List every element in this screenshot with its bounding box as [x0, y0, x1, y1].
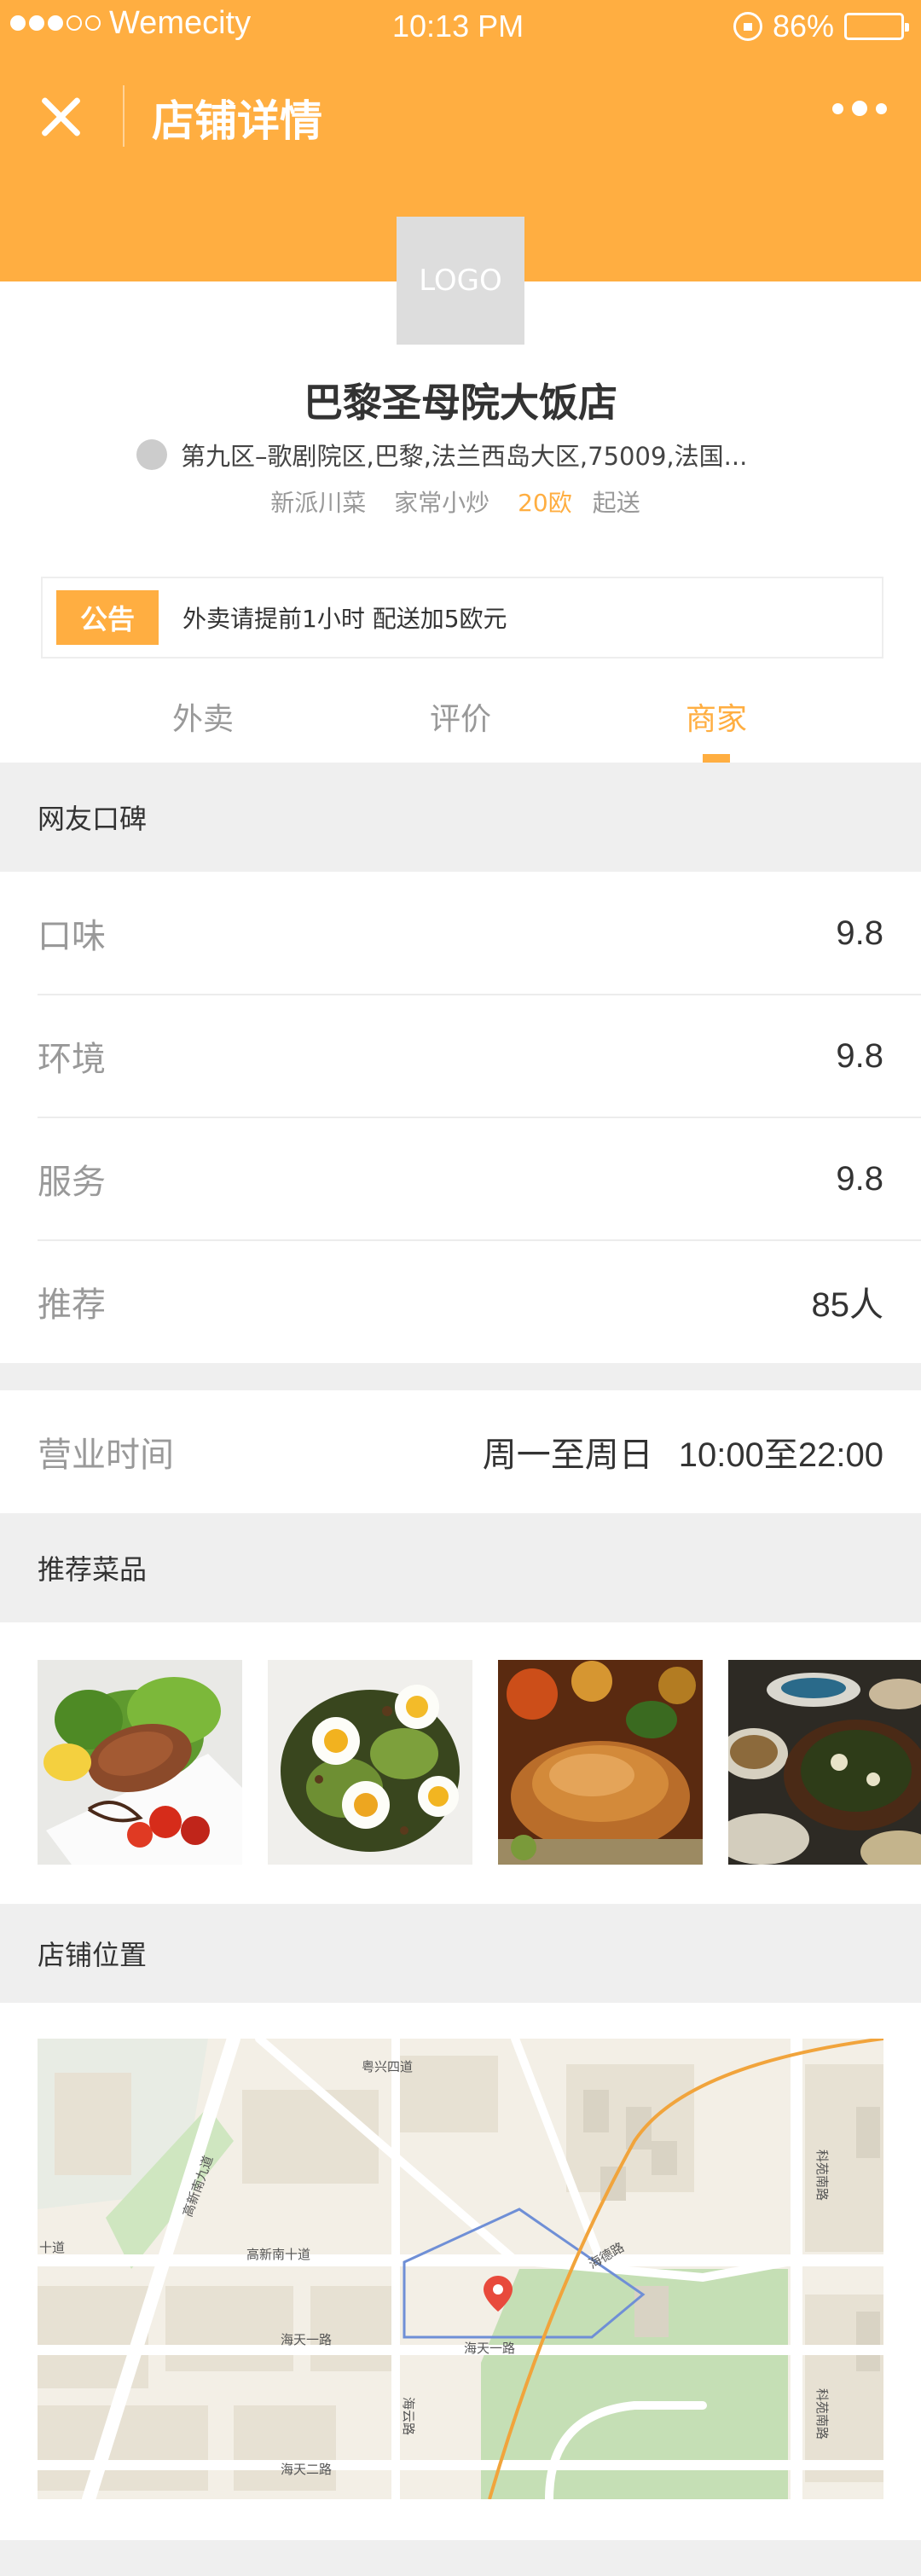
tab-bar: 外卖 评价 商家	[0, 682, 921, 763]
announcement-badge: 公告	[56, 590, 159, 645]
battery-icon	[844, 13, 909, 40]
status-time: 10:13 PM	[392, 9, 524, 44]
hours-time: 10:00至22:00	[678, 1436, 883, 1474]
signal-icon	[10, 15, 101, 31]
review-row-taste: 口味 9.8	[38, 872, 883, 995]
shop-name: 巴黎圣母院大饭店	[304, 380, 617, 426]
map-label: 海天一路	[281, 2332, 332, 2347]
dish-image-egg-avocado[interactable]	[268, 1660, 472, 1865]
carrier-name: Wemecity	[109, 5, 252, 41]
shop-address[interactable]: 第九区–歌剧院区,巴黎,法兰西岛大区,75009,法国...	[136, 437, 819, 473]
shop-tags: 新派川菜 家常小炒 20欧 起送	[0, 484, 921, 519]
map-label: 十道	[39, 2240, 65, 2255]
row-value: 85人	[811, 1286, 884, 1324]
hours-days: 周一至周日	[482, 1436, 653, 1474]
more-icon[interactable]	[832, 101, 887, 116]
map-label: 科苑南路	[814, 2388, 830, 2440]
review-row-recommend: 推荐 85人	[38, 1240, 883, 1363]
announcement-text: 外卖请提前1小时 配送加5欧元	[182, 605, 507, 633]
hours-label: 营业时间	[38, 1436, 174, 1475]
page-title: 店铺详情	[152, 96, 322, 146]
row-value: 9.8	[836, 1036, 883, 1075]
min-delivery-suffix: 起送	[592, 489, 640, 517]
dish-image-salmon[interactable]	[38, 1660, 242, 1865]
header-divider	[123, 85, 125, 147]
announcement-bar[interactable]: 公告 外卖请提前1小时 配送加5欧元	[41, 577, 883, 659]
row-value: 9.8	[836, 1159, 883, 1198]
dish-image-roast-chicken[interactable]	[498, 1660, 703, 1865]
shop-address-text: 第九区–歌剧院区,巴黎,法兰西岛大区,75009,法国...	[181, 442, 748, 471]
tab-indicator	[703, 754, 730, 763]
review-row-environment: 环境 9.8	[38, 995, 883, 1117]
map-label: 海天一路	[464, 2341, 515, 2356]
row-label: 推荐	[38, 1285, 106, 1325]
business-hours-row: 营业时间 周一至周日 10:00至22:00	[38, 1390, 883, 1513]
map-label: 科苑南路	[814, 2150, 830, 2201]
location-icon	[136, 439, 167, 470]
row-label: 口味	[38, 917, 106, 956]
row-label: 环境	[38, 1040, 106, 1079]
dish-image-appetizers[interactable]	[728, 1660, 921, 1865]
shop-tag: 新派川菜	[270, 489, 367, 517]
section-header-dishes: 推荐菜品	[38, 1553, 148, 1586]
close-icon[interactable]	[34, 90, 89, 144]
shop-logo: LOGO	[397, 217, 524, 345]
status-bar: Wemecity 10:13 PM 86%	[0, 0, 921, 51]
min-delivery-amount: 20欧	[518, 489, 572, 517]
section-header-location: 店铺位置	[38, 1939, 148, 1971]
review-row-service: 服务 9.8	[38, 1117, 883, 1240]
map-label: 海天二路	[281, 2462, 332, 2477]
tab-reviews[interactable]: 评价	[430, 694, 491, 739]
tab-takeout[interactable]: 外卖	[172, 694, 234, 739]
battery-percent: 86%	[772, 9, 834, 44]
map-label: 海云路	[401, 2397, 416, 2435]
row-value: 9.8	[836, 914, 883, 952]
row-label: 服务	[38, 1163, 106, 1202]
tab-merchant[interactable]: 商家	[686, 694, 747, 739]
map-label: 粤兴四道	[362, 2059, 413, 2074]
shop-tag: 家常小炒	[394, 489, 490, 517]
rotation-lock-icon	[733, 12, 762, 41]
section-header-reviews: 网友口碑	[38, 803, 148, 835]
map-label: 高新南十道	[246, 2247, 310, 2262]
shop-map[interactable]: 粤兴四道 高新南十道 高新南九道 海天一路 海天一路 海天二路 海云路 海德路 …	[38, 2039, 883, 2499]
